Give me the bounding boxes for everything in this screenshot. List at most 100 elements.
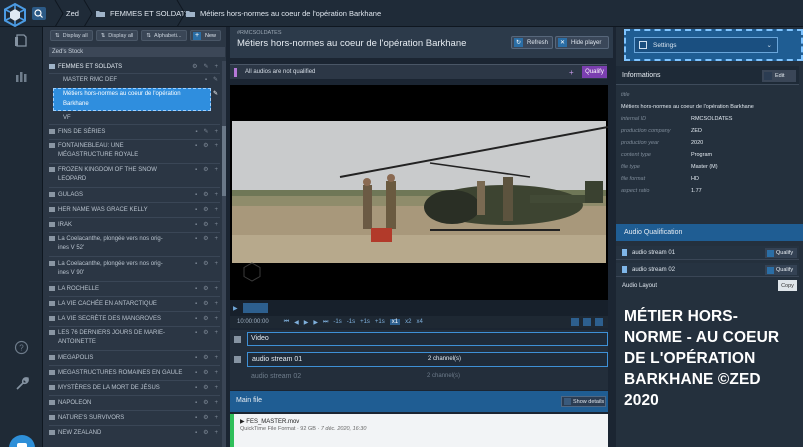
display-all-button[interactable]: ⇅ Display all [50, 30, 93, 41]
edit-icon[interactable]: ✎ [203, 128, 208, 137]
add-icon[interactable]: + [214, 414, 218, 423]
skip-start-icon[interactable]: ⏮ [284, 319, 289, 326]
row-actions: ▪ ✎ [205, 76, 218, 85]
settings-icon[interactable]: ⚙ [203, 369, 208, 378]
app-logo-icon[interactable] [2, 2, 28, 28]
refresh-button[interactable]: ↻ Refresh [511, 36, 553, 49]
chat-button[interactable] [9, 435, 35, 447]
qualify-stream-button[interactable]: Qualify [765, 248, 797, 258]
row-actions: ▪ ⚙ + [195, 429, 218, 438]
speed-x1[interactable]: x1 [389, 319, 401, 325]
add-icon[interactable]: + [214, 285, 218, 294]
settings-icon[interactable]: ⚙ [203, 315, 208, 324]
settings-icon[interactable]: ⚙ [203, 206, 208, 215]
help-icon[interactable]: ? [14, 340, 29, 355]
settings-icon[interactable]: ⚙ [203, 235, 208, 244]
timeline-scrubber[interactable]: ▶ [230, 300, 608, 316]
add-icon[interactable]: + [214, 260, 218, 269]
breadcrumb-item[interactable]: Métiers hors-normes au coeur de l'opérat… [186, 0, 381, 27]
settings-icon[interactable]: ⚙ [203, 142, 208, 151]
settings-icon[interactable]: ⚙ [192, 63, 197, 72]
step-back-icon[interactable]: ◀ [294, 319, 299, 326]
settings-icon[interactable]: ⚙ [203, 399, 208, 408]
stats-icon[interactable] [14, 69, 29, 84]
jump-back-1s-2[interactable]: -1s [347, 319, 355, 325]
settings-icon[interactable]: ⚙ [203, 300, 208, 309]
add-icon[interactable]: + [214, 128, 218, 137]
settings-icon[interactable]: ⚙ [203, 191, 208, 200]
skip-end-icon[interactable]: ⏭ [323, 319, 328, 326]
hide-player-button[interactable]: ✕ Hide player [555, 36, 609, 49]
edit-icon[interactable]: ✎ [213, 90, 218, 99]
add-icon[interactable]: + [214, 369, 218, 378]
add-icon[interactable]: + [214, 221, 218, 230]
audio-track-01[interactable]: audio stream 01 2 channel(s) [247, 352, 608, 367]
show-details-button[interactable]: Show details [561, 396, 606, 407]
step-forward-icon[interactable]: ▶ [313, 319, 318, 326]
picture-in-picture-icon[interactable] [583, 318, 591, 326]
jump-back-1s[interactable]: -1s [333, 319, 341, 325]
add-icon[interactable]: + [214, 429, 218, 438]
add-icon[interactable]: + [214, 235, 218, 244]
display-all-button-2[interactable]: ⇅ Display all [95, 30, 139, 41]
main-file-row[interactable]: ▶ FES_MASTER.mov QuickTime File Format ·… [230, 414, 608, 447]
jump-forward-1s-2[interactable]: +1s [375, 319, 385, 325]
add-icon[interactable]: + [214, 384, 218, 393]
lock-icon: ▪ [194, 370, 198, 376]
settings-icon[interactable]: ⚙ [203, 260, 208, 269]
settings-icon[interactable]: ⚙ [203, 354, 208, 363]
stock-filter[interactable]: Zed's Stock [49, 47, 225, 57]
add-icon[interactable]: + [214, 142, 218, 151]
fullscreen-icon[interactable] [595, 318, 603, 326]
add-icon[interactable]: + [214, 315, 218, 324]
settings-panel: Settings ⌄ [624, 29, 803, 61]
add-icon[interactable]: + [214, 300, 218, 309]
settings-icon[interactable]: ⚙ [203, 329, 208, 338]
wrench-icon[interactable] [14, 376, 29, 391]
settings-dropdown[interactable]: Settings ⌄ [634, 37, 778, 53]
settings-icon[interactable]: ⚙ [203, 414, 208, 423]
qualify-button[interactable]: Qualify [582, 66, 607, 78]
video-track[interactable]: Video [247, 332, 608, 346]
details-icon [564, 398, 571, 405]
lock-icon: ▪ [194, 301, 198, 307]
plus-icon[interactable]: + [569, 68, 578, 77]
add-icon[interactable]: + [214, 191, 218, 200]
video-player[interactable] [230, 85, 609, 300]
add-icon[interactable]: + [214, 206, 218, 215]
edit-icon[interactable]: ✎ [213, 76, 218, 85]
settings-icon[interactable]: ⚙ [203, 221, 208, 230]
add-icon[interactable]: + [214, 329, 218, 338]
settings-icon[interactable]: ⚙ [203, 384, 208, 393]
copy-button[interactable]: Copy [778, 280, 797, 291]
alphabetical-sort-button[interactable]: ⇅ Alphabeti... [141, 30, 187, 41]
search-button[interactable] [32, 7, 46, 20]
audio-track-02[interactable]: audio stream 02 2 channel(s) [247, 370, 608, 385]
speed-x2[interactable]: x2 [405, 319, 411, 325]
jump-forward-1s[interactable]: +1s [360, 319, 370, 325]
document-icon[interactable] [14, 33, 29, 48]
qualify-stream-button[interactable]: Qualify [765, 265, 797, 275]
play-icon[interactable]: ▶ [233, 305, 238, 312]
lock-icon: ▪ [194, 286, 198, 292]
add-icon[interactable]: + [214, 399, 218, 408]
settings-icon[interactable]: ⚙ [203, 166, 208, 175]
tree-scrollbar[interactable] [222, 61, 226, 447]
add-icon[interactable]: + [214, 354, 218, 363]
left-rail: ? [0, 27, 43, 447]
edit-icon[interactable]: ✎ [203, 63, 208, 72]
settings-icon[interactable]: ⚙ [203, 285, 208, 294]
add-icon[interactable]: + [214, 63, 218, 72]
folder-icon [49, 64, 55, 69]
settings-icon[interactable]: ⚙ [203, 429, 208, 438]
folder-icon [49, 207, 55, 212]
speed-x4[interactable]: x4 [416, 319, 422, 325]
edit-button[interactable]: Edit [762, 70, 796, 82]
waveform-icon[interactable] [571, 318, 579, 326]
row-actions: ▪ ⚙ + [195, 369, 218, 378]
new-button[interactable]: + New [190, 30, 221, 41]
play-pause-icon[interactable]: ▶ [304, 319, 309, 326]
add-icon[interactable]: + [214, 166, 218, 175]
playhead[interactable] [243, 303, 268, 313]
scroll-thumb[interactable] [222, 126, 226, 196]
